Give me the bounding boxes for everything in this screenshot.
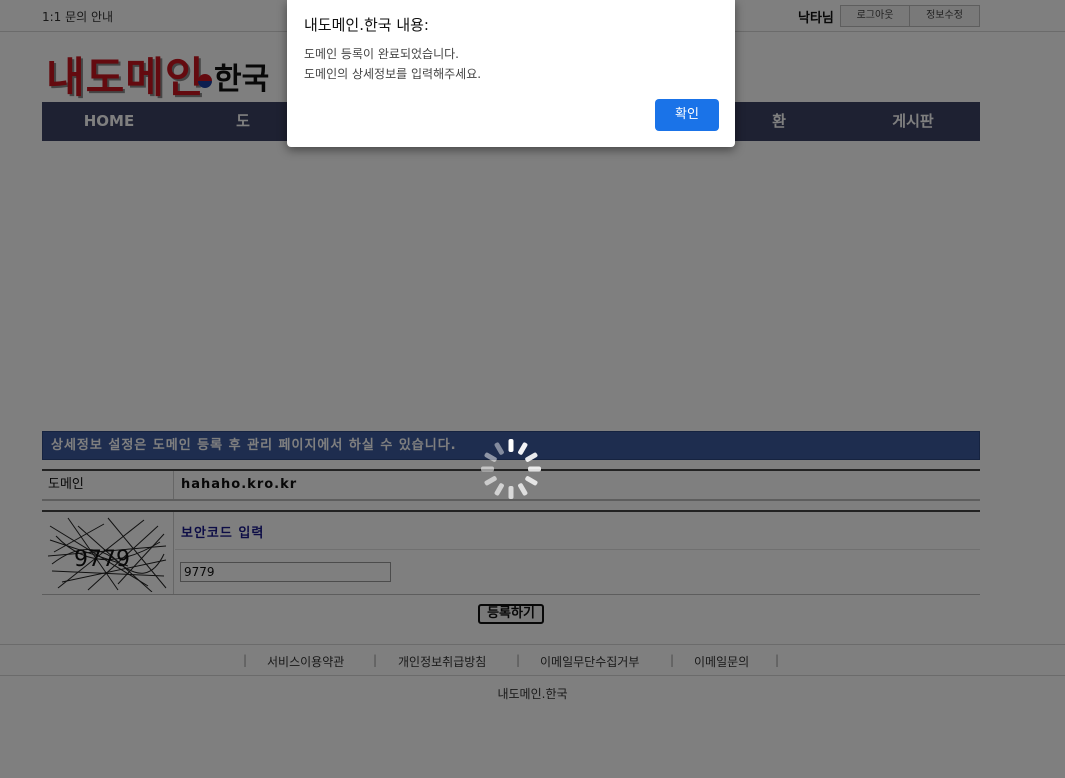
- alert-dialog: 내도메인.한국 내용: 도메인 등록이 완료되었습니다. 도메인의 상세정보를 …: [287, 0, 735, 147]
- dialog-message-line2: 도메인의 상세정보를 입력해주세요.: [304, 67, 482, 81]
- dialog-ok-button[interactable]: 확인: [655, 99, 719, 131]
- loading-spinner-icon: [481, 439, 541, 499]
- dialog-message-line1: 도메인 등록이 완료되었습니다.: [304, 47, 459, 61]
- dialog-title: 내도메인.한국 내용:: [304, 16, 429, 34]
